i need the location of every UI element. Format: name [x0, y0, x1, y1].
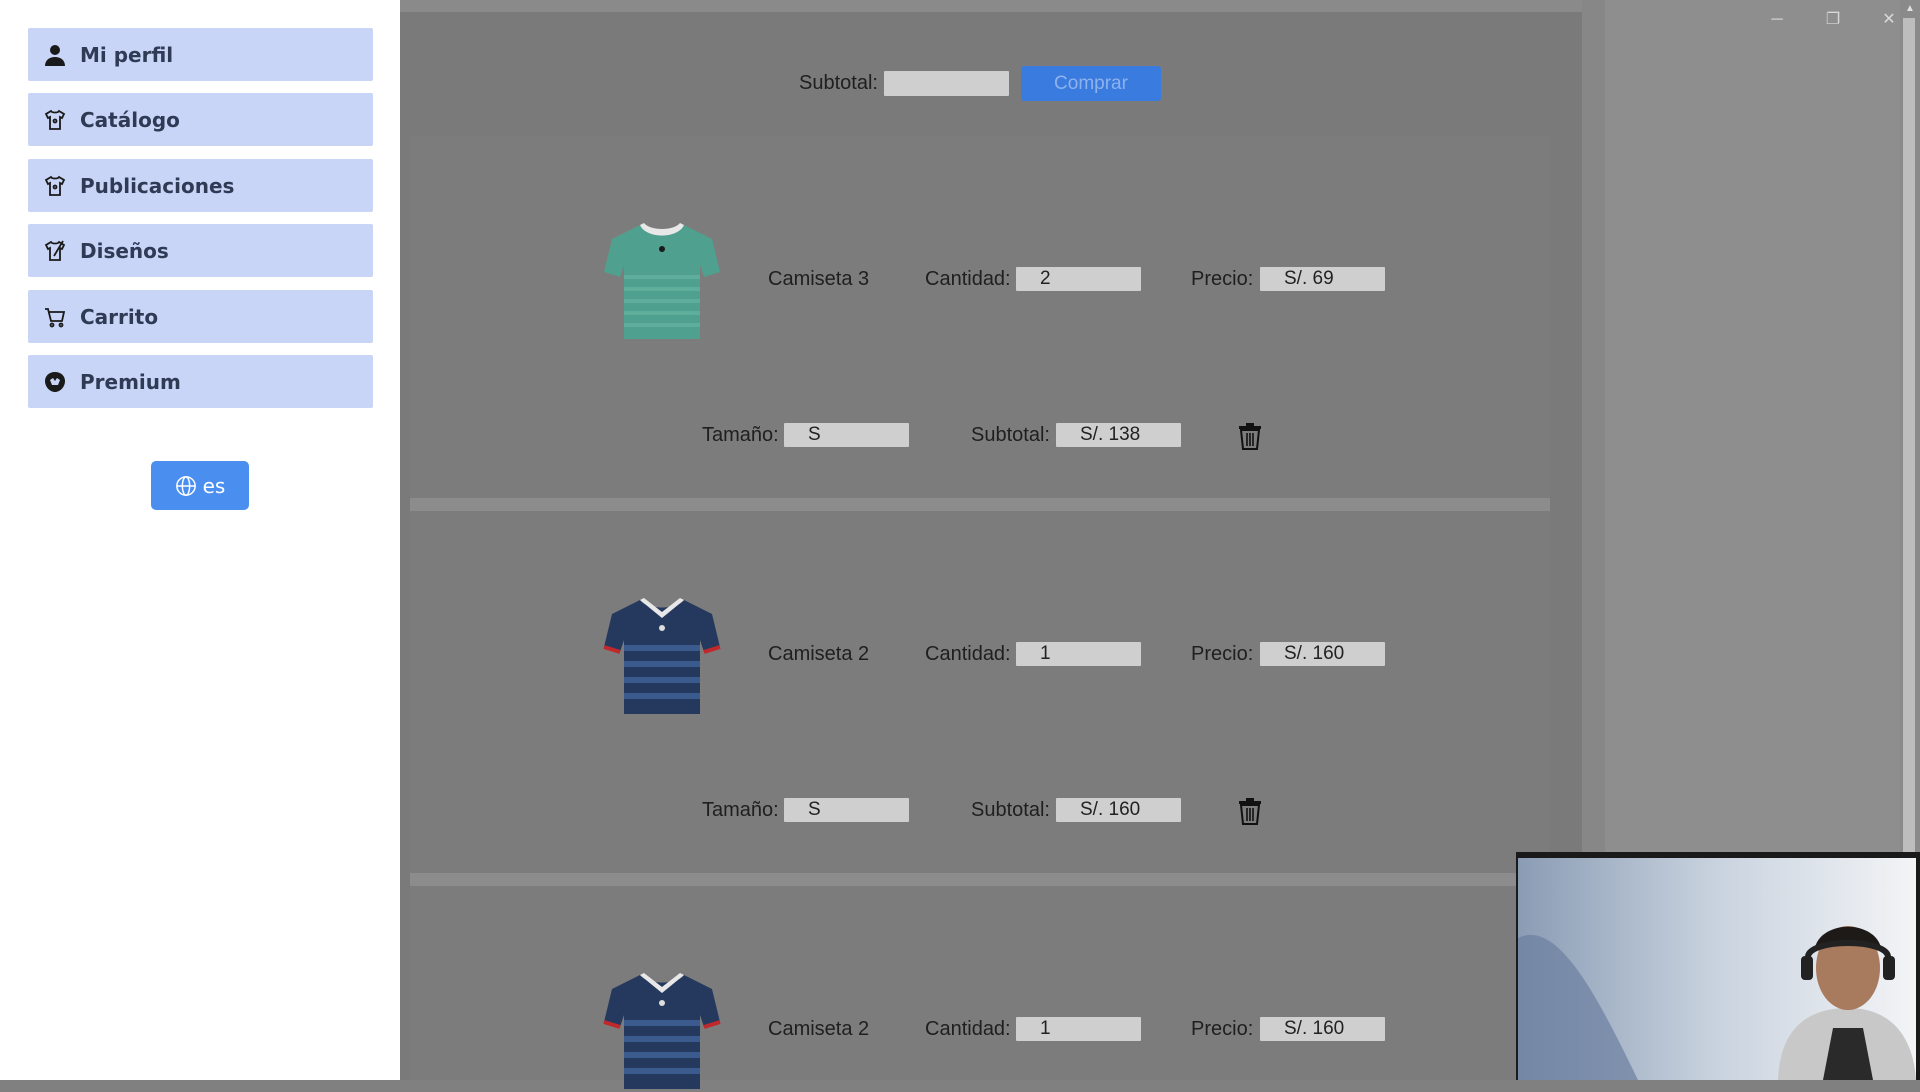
size-field[interactable]: S [784, 423, 909, 447]
size-label: Tamaño: [702, 424, 779, 446]
shirt-image [603, 973, 721, 1089]
item-name: Camiseta 2 [768, 643, 870, 665]
quantity-field[interactable]: 1 [1016, 1017, 1141, 1041]
cart-item-card [410, 886, 1550, 1080]
trash-icon[interactable] [1237, 797, 1263, 825]
cart-icon [42, 304, 68, 330]
sidebar-item-label: Catálogo [80, 107, 180, 132]
quantity-label: Cantidad: [925, 1018, 1011, 1040]
close-icon[interactable]: ✕ [1869, 8, 1909, 32]
price-label: Precio: [1191, 268, 1254, 290]
quantity-label: Cantidad: [925, 268, 1011, 290]
sidebar-item-carrito[interactable]: Carrito [28, 290, 373, 343]
language-label: es [202, 473, 226, 498]
quantity-field[interactable]: 2 [1016, 267, 1141, 291]
card-separator [410, 873, 1550, 886]
globe-icon [175, 475, 197, 497]
item-subtotal-label: Subtotal: [971, 799, 1050, 821]
scrollbar-thumb[interactable] [1903, 18, 1915, 858]
sidebar-item-label: Premium [80, 369, 181, 394]
sidebar-item-label: Diseños [80, 238, 169, 263]
card-separator [410, 498, 1550, 511]
buy-button[interactable]: Comprar [1021, 66, 1161, 101]
shirt-tag-icon [42, 107, 68, 133]
sidebar-item-label: Mi perfil [80, 42, 174, 67]
price-field: S/. 69 [1260, 267, 1385, 291]
price-label: Precio: [1191, 1018, 1254, 1040]
size-field[interactable]: S [784, 798, 909, 822]
quantity-label: Cantidad: [925, 643, 1011, 665]
item-subtotal-field: S/. 160 [1056, 798, 1181, 822]
price-field: S/. 160 [1260, 642, 1385, 666]
shirt-image [603, 598, 721, 714]
shirt-image [604, 223, 720, 339]
sidebar-item-premium[interactable]: Premium [28, 355, 373, 408]
restore-icon[interactable]: ❐ [1813, 8, 1853, 32]
webcam-feed [1518, 858, 1916, 1080]
item-subtotal-field: S/. 138 [1056, 423, 1181, 447]
user-icon [42, 42, 68, 68]
price-label: Precio: [1191, 643, 1254, 665]
sidebar: Mi perfil Catálogo Publicaciones Diseños… [0, 0, 400, 1080]
size-label: Tamaño: [702, 799, 779, 821]
sidebar-item-publicaciones[interactable]: Publicaciones [28, 159, 373, 212]
price-field: S/. 160 [1260, 1017, 1385, 1041]
webcam-overlay [1516, 852, 1920, 1080]
sidebar-item-label: Carrito [80, 304, 159, 329]
shirt-tag-icon [42, 173, 68, 199]
item-subtotal-label: Subtotal: [971, 424, 1050, 446]
sidebar-item-catalogo[interactable]: Catálogo [28, 93, 373, 146]
sidebar-item-disenos[interactable]: Diseños [28, 224, 373, 277]
header-subtotal-field [884, 71, 1009, 96]
item-name: Camiseta 2 [768, 1018, 870, 1040]
premium-badge-icon [42, 369, 68, 395]
header-subtotal-label: Subtotal: [799, 72, 878, 94]
item-name: Camiseta 3 [768, 268, 870, 290]
language-button[interactable]: es [151, 461, 249, 510]
trash-icon[interactable] [1237, 422, 1263, 450]
minimize-icon[interactable]: ─ [1757, 8, 1797, 32]
sidebar-item-mi-perfil[interactable]: Mi perfil [28, 28, 373, 81]
shirt-brush-icon [42, 238, 68, 264]
quantity-field[interactable]: 1 [1016, 642, 1141, 666]
sidebar-item-label: Publicaciones [80, 173, 235, 198]
